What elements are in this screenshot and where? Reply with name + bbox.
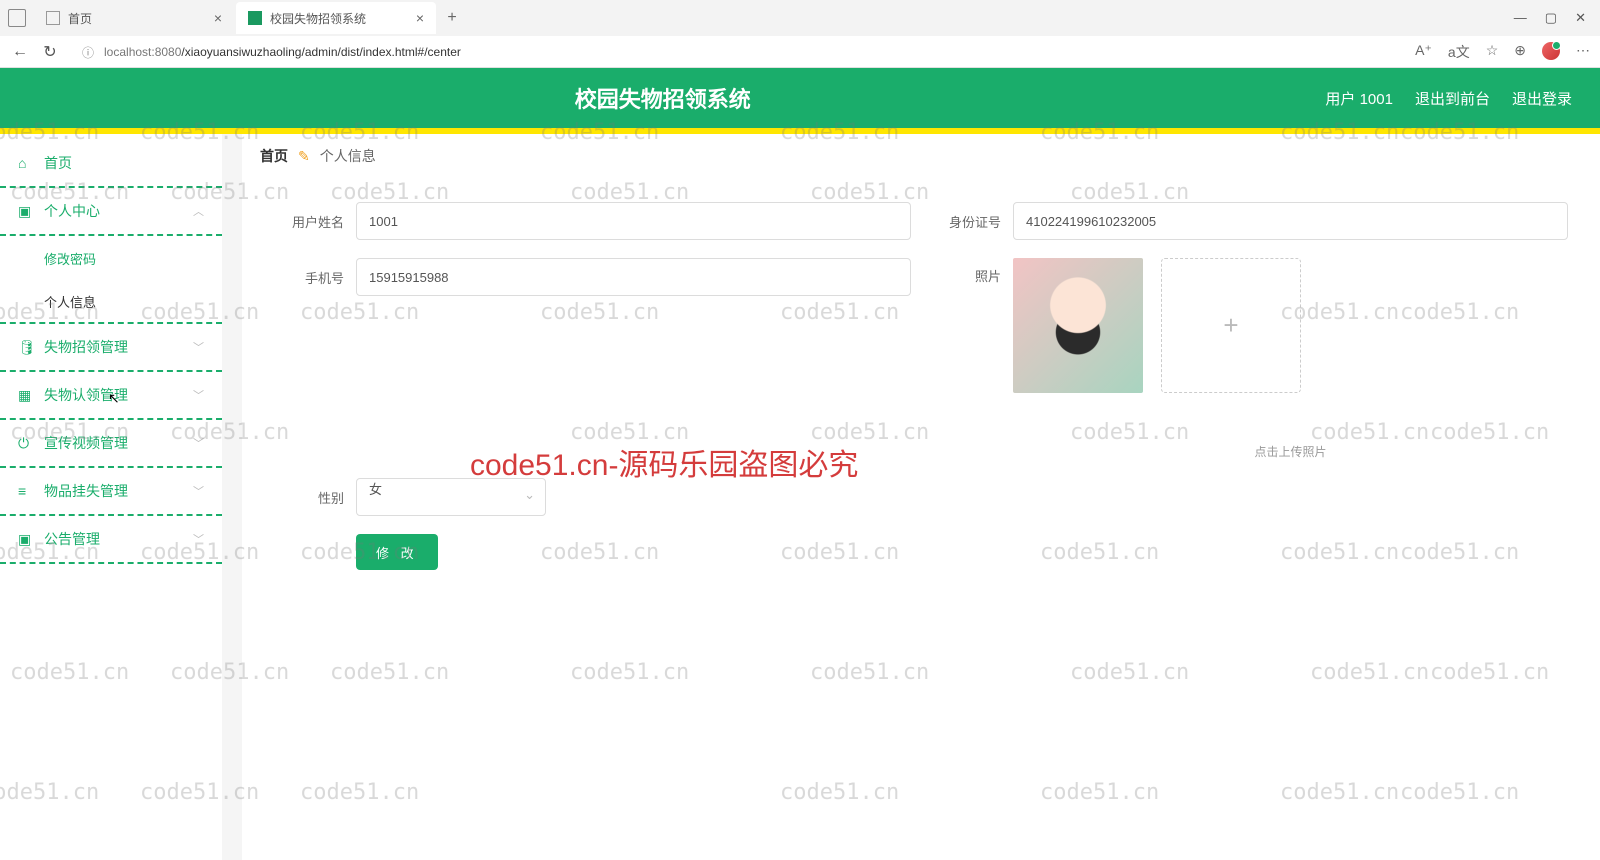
sidebar-item-profile-center[interactable]: ▣ 个人中心 ︿ — [0, 188, 222, 236]
chevron-up-icon: ︿ — [193, 203, 204, 219]
address-bar: ← ↻ ⓘ localhost:8080 /xiaoyuansiwuzhaoli… — [0, 36, 1600, 68]
photo-upload-button[interactable]: + — [1161, 258, 1301, 393]
chevron-down-icon: ﹀ — [193, 387, 204, 403]
sidebar-item-video[interactable]: ⏻ 宣传视频管理 ﹀ — [0, 420, 222, 468]
gender-value: 女 — [369, 482, 382, 497]
url-input[interactable]: ⓘ localhost:8080 /xiaoyuansiwuzhaoling/a… — [70, 39, 1405, 65]
close-window-button[interactable]: ✕ — [1575, 10, 1586, 26]
user-icon: ▣ — [18, 531, 34, 548]
profile-avatar[interactable] — [1542, 42, 1560, 60]
submenu-label: 修改密码 — [44, 249, 96, 268]
favorite-icon[interactable]: ☆ — [1486, 42, 1499, 62]
chevron-down-icon: ﹀ — [193, 483, 204, 499]
username-label: 用户姓名 — [274, 212, 344, 231]
sidebar-item-claim[interactable]: ▦ 失物认领管理 ﹀ — [0, 372, 222, 420]
tab-close-icon[interactable]: × — [214, 10, 222, 26]
toolbar-icons: A⁺ a文 ☆ ⊕ ⋯ — [1415, 42, 1590, 62]
logout-link[interactable]: 退出登录 — [1512, 88, 1572, 109]
database-icon: 🛢 — [18, 339, 34, 356]
browser-chrome: 首页 × 校园失物招领系统 × + — ▢ ✕ ← ↻ ⓘ localhost:… — [0, 0, 1600, 68]
refresh-button[interactable]: ↻ — [40, 42, 60, 62]
breadcrumb-current: 个人信息 — [320, 146, 376, 166]
phone-label: 手机号 — [274, 268, 344, 287]
favicon-icon — [46, 11, 60, 25]
read-aloud-icon[interactable]: A⁺ — [1415, 42, 1432, 62]
chevron-down-icon: ﹀ — [193, 435, 204, 451]
submenu-personal-info[interactable]: 个人信息 — [0, 280, 222, 324]
exit-to-front-link[interactable]: 退出到前台 — [1415, 88, 1490, 109]
window-controls: — ▢ ✕ — [1514, 10, 1600, 26]
url-path: /xiaoyuansiwuzhaoling/admin/dist/index.h… — [181, 45, 461, 59]
tab-bar: 首页 × 校园失物招领系统 × + — ▢ ✕ — [0, 0, 1600, 36]
power-icon: ⏻ — [18, 435, 34, 452]
app-header: 校园失物招领系统 用户 1001 退出到前台 退出登录 — [0, 68, 1600, 128]
grid-icon: ▦ — [18, 387, 34, 404]
tab-overview-button[interactable] — [8, 9, 26, 27]
tab-title: 校园失物招领系统 — [270, 10, 366, 27]
photo-label: 照片 — [931, 266, 1001, 285]
main-layout: ⌂ 首页 ▣ 个人中心 ︿ 修改密码 个人信息 🛢 失物招领管理 ﹀ ▦ 失物认… — [0, 134, 1600, 860]
site-info-icon[interactable]: ⓘ — [82, 44, 94, 61]
tab-close-icon[interactable]: × — [416, 10, 424, 26]
sidebar-item-label: 失物认领管理 — [44, 385, 128, 405]
list-icon: ≡ — [18, 483, 34, 499]
gender-select[interactable]: 女 — [356, 478, 546, 516]
home-icon: ⌂ — [18, 155, 34, 171]
sidebar: ⌂ 首页 ▣ 个人中心 ︿ 修改密码 个人信息 🛢 失物招领管理 ﹀ ▦ 失物认… — [0, 134, 222, 860]
pen-icon: ✎ — [298, 148, 310, 165]
submenu-label: 个人信息 — [44, 292, 96, 311]
back-button[interactable]: ← — [10, 42, 30, 62]
browser-tab-1[interactable]: 首页 × — [34, 2, 234, 34]
photo-upload-hint: 点击上传照片 — [1013, 443, 1568, 460]
sidebar-item-label: 个人中心 — [44, 201, 100, 221]
browser-tab-2-active[interactable]: 校园失物招领系统 × — [236, 2, 436, 34]
tab-title: 首页 — [68, 10, 92, 27]
sidebar-item-report-lost[interactable]: ≡ 物品挂失管理 ﹀ — [0, 468, 222, 516]
main-content: 首页 ✎ 个人信息 用户姓名 身份证号 手机号 — [242, 134, 1600, 860]
chevron-down-icon: ﹀ — [193, 531, 204, 547]
sidebar-item-label: 物品挂失管理 — [44, 481, 128, 501]
submit-button[interactable]: 修 改 — [356, 534, 438, 570]
url-host: localhost:8080 — [104, 45, 181, 59]
submenu-change-password[interactable]: 修改密码 — [0, 236, 222, 280]
sidebar-item-label: 失物招领管理 — [44, 337, 128, 357]
idcard-input[interactable] — [1013, 202, 1568, 240]
app-title: 校园失物招领系统 — [0, 82, 1325, 114]
user-icon: ▣ — [18, 203, 34, 220]
current-user[interactable]: 用户 1001 — [1325, 88, 1393, 109]
more-icon[interactable]: ⋯ — [1576, 42, 1590, 62]
plus-icon: + — [1223, 310, 1238, 341]
profile-form: 用户姓名 身份证号 手机号 照片 — [242, 178, 1600, 612]
breadcrumb-home[interactable]: 首页 — [260, 146, 288, 166]
phone-input[interactable] — [356, 258, 911, 296]
maximize-button[interactable]: ▢ — [1545, 10, 1557, 26]
favicon-icon — [248, 11, 262, 25]
translate-icon[interactable]: a文 — [1448, 42, 1470, 62]
sidebar-item-home[interactable]: ⌂ 首页 — [0, 140, 222, 188]
minimize-button[interactable]: — — [1514, 10, 1527, 26]
chevron-down-icon: ﹀ — [193, 339, 204, 355]
header-actions: 用户 1001 退出到前台 退出登录 — [1325, 88, 1600, 109]
sidebar-item-label: 公告管理 — [44, 529, 100, 549]
gender-label: 性别 — [274, 488, 344, 507]
username-input[interactable] — [356, 202, 911, 240]
collections-icon[interactable]: ⊕ — [1514, 42, 1526, 62]
sidebar-item-label: 宣传视频管理 — [44, 433, 128, 453]
breadcrumb: 首页 ✎ 个人信息 — [242, 134, 1600, 178]
photo-preview[interactable] — [1013, 258, 1143, 393]
idcard-label: 身份证号 — [931, 212, 1001, 231]
sidebar-item-lost-found[interactable]: 🛢 失物招领管理 ﹀ — [0, 324, 222, 372]
sidebar-item-label: 首页 — [44, 153, 72, 173]
sidebar-item-announcement[interactable]: ▣ 公告管理 ﹀ — [0, 516, 222, 564]
new-tab-button[interactable]: + — [438, 9, 466, 27]
